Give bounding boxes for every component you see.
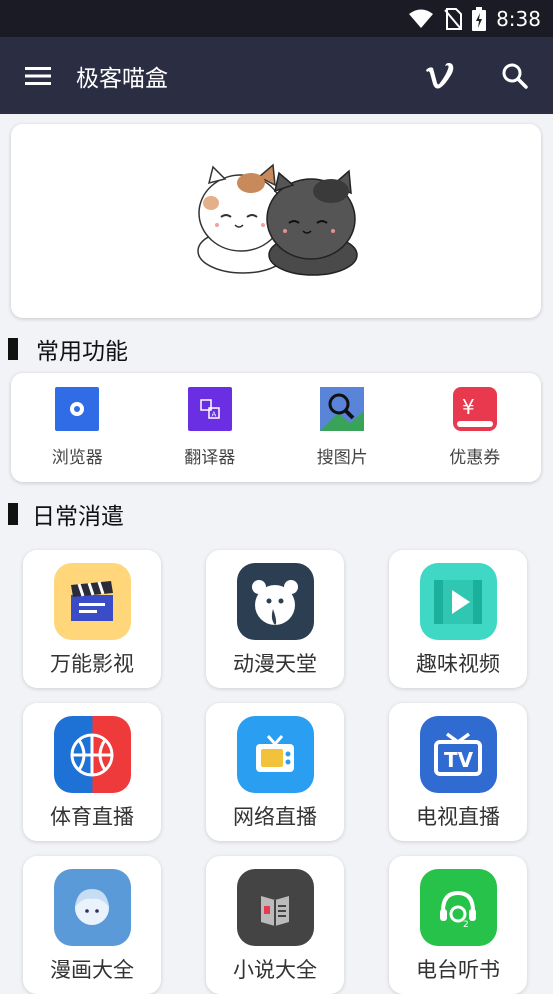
search-icon [502, 63, 528, 89]
hamburger-menu-icon [25, 66, 51, 85]
section-common-label: 常用功能 [36, 339, 128, 365]
manga-girl-icon [53, 869, 131, 946]
vimeo-button[interactable] [401, 37, 477, 114]
common-tools-card: 浏览器 A 翻译器 搜图片 ¥ 优惠券 [11, 373, 541, 482]
tool-image-search-label: 搜图片 [316, 448, 368, 468]
radio-headset-icon: 2 [419, 869, 497, 946]
app-title: 极客喵盒 [76, 65, 168, 92]
video-play-icon [419, 563, 497, 640]
banner-card[interactable] [11, 124, 541, 318]
tile-tv-live-label: 电视直播 [416, 805, 500, 829]
battery-charging-icon [472, 6, 487, 31]
tile-tv-live[interactable]: TV 电视直播 [389, 703, 527, 841]
tool-translator-label: 翻译器 [184, 448, 236, 468]
browser-icon [55, 387, 100, 431]
tile-radio-label: 电台听书 [416, 958, 500, 982]
tv-live-icon [236, 716, 314, 793]
coupon-icon: ¥ [452, 387, 497, 431]
tool-image-search[interactable]: 搜图片 [282, 387, 402, 468]
tile-comics[interactable]: 漫画大全 [23, 856, 161, 994]
tile-movies[interactable]: 万能影视 [23, 550, 161, 688]
tile-comics-label: 漫画大全 [50, 958, 134, 982]
vimeo-icon [426, 62, 454, 88]
tile-fun-video-label: 趣味视频 [416, 652, 500, 676]
tile-sports-live-label: 体育直播 [50, 805, 134, 829]
tile-web-live-label: 网络直播 [233, 805, 317, 829]
tile-novels[interactable]: 小说大全 [206, 856, 344, 994]
anime-bear-icon [236, 563, 314, 640]
image-search-icon [320, 387, 365, 431]
clapperboard-icon [53, 563, 131, 640]
two-cats-illustration [197, 163, 358, 276]
tool-translator[interactable]: A 翻译器 [150, 387, 270, 468]
wifi-icon [408, 9, 434, 29]
svg-text:A: A [211, 411, 216, 419]
tile-sports-live[interactable]: 体育直播 [23, 703, 161, 841]
tool-browser-label: 浏览器 [51, 448, 103, 468]
no-sim-icon [444, 7, 463, 30]
tile-radio[interactable]: 2 电台听书 [389, 856, 527, 994]
tile-anime-label: 动漫天堂 [233, 652, 317, 676]
tool-coupon[interactable]: ¥ 优惠券 [415, 387, 535, 468]
section-daily-title: 日常消遣 [8, 497, 124, 531]
app-bar: 极客喵盒 [0, 37, 553, 114]
search-button[interactable] [477, 37, 553, 114]
section-marker [8, 338, 18, 360]
section-marker [8, 503, 18, 525]
section-daily-label: 日常消遣 [32, 504, 124, 530]
tile-movies-label: 万能影视 [50, 652, 134, 676]
tile-anime[interactable]: 动漫天堂 [206, 550, 344, 688]
status-bar: 8:38 [0, 0, 553, 37]
tile-novels-label: 小说大全 [233, 958, 317, 982]
tile-web-live[interactable]: 网络直播 [206, 703, 344, 841]
section-common-title: 常用功能 [8, 332, 128, 366]
tool-coupon-label: 优惠券 [449, 448, 501, 468]
svg-text:TV: TV [444, 748, 474, 772]
translate-icon: A [187, 387, 232, 431]
book-icon [236, 869, 314, 946]
tv-icon: TV [419, 716, 497, 793]
svg-text:2: 2 [463, 920, 469, 930]
tile-fun-video[interactable]: 趣味视频 [389, 550, 527, 688]
svg-text:¥: ¥ [462, 395, 475, 419]
basketball-icon [53, 716, 131, 793]
status-time: 8:38 [496, 6, 541, 31]
tool-browser[interactable]: 浏览器 [17, 387, 137, 468]
menu-button[interactable] [0, 37, 76, 114]
